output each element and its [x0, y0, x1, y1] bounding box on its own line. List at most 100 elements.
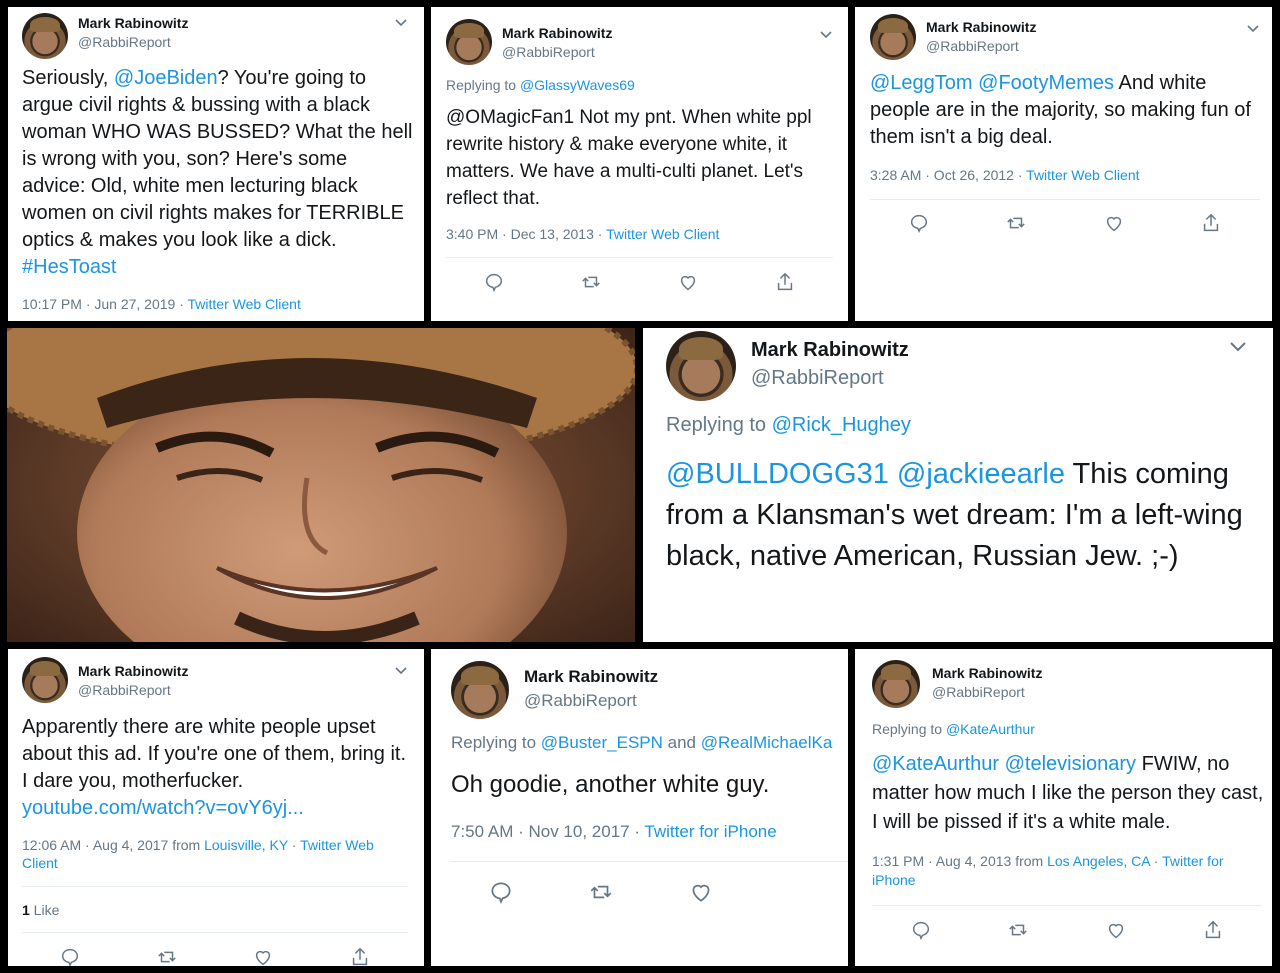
author-handle[interactable]: @RabbiReport: [524, 691, 658, 711]
author-handle[interactable]: @RabbiReport: [502, 44, 612, 60]
retweet-icon[interactable]: [156, 946, 178, 966]
author-handle[interactable]: @RabbiReport: [932, 684, 1042, 700]
divider: [872, 905, 1262, 906]
tweet-meta: 10:17 PM · Jun 27, 2019 · Twitter Web Cl…: [22, 296, 301, 312]
like-icon[interactable]: [1105, 919, 1127, 941]
replying-to-link[interactable]: @KateAurthur: [946, 721, 1035, 737]
chevron-down-icon[interactable]: [394, 663, 408, 681]
replying-to-link[interactable]: @Rick_Hughey: [772, 414, 911, 436]
divider: [22, 932, 408, 933]
retweet-icon[interactable]: [1007, 919, 1029, 941]
replying-to-link[interactable]: @RealMichaelKa: [701, 733, 833, 752]
avatar[interactable]: [666, 331, 736, 401]
author-handle[interactable]: @RabbiReport: [751, 367, 909, 390]
author-name[interactable]: Mark Rabinowitz: [78, 15, 188, 31]
tweet-card-1: Mark Rabinowitz @RabbiReport Seriously, …: [8, 7, 424, 321]
location-link[interactable]: Louisville, KY: [204, 837, 288, 853]
share-icon[interactable]: [1202, 919, 1224, 941]
author-name[interactable]: Mark Rabinowitz: [502, 25, 612, 41]
avatar[interactable]: [22, 13, 68, 59]
mention-link[interactable]: @JoeBiden: [114, 67, 218, 89]
tweet-actions: [451, 879, 751, 905]
tweet-actions: [446, 271, 833, 293]
portrait-photo-drawing: [7, 328, 635, 642]
tweet-text: @LeggTom @FootyMemes And white people ar…: [870, 72, 1251, 148]
tweet-card-6: Mark Rabinowitz @RabbiReport Replying to…: [431, 649, 848, 966]
mention-link[interactable]: @LeggTom: [870, 72, 973, 94]
author-handle[interactable]: @RabbiReport: [926, 38, 1036, 54]
reply-icon[interactable]: [59, 946, 81, 966]
avatar[interactable]: [870, 14, 916, 60]
author-name[interactable]: Mark Rabinowitz: [78, 663, 188, 679]
mention-link[interactable]: @jackieearle: [897, 458, 1065, 490]
like-icon[interactable]: [1103, 212, 1125, 234]
tweet-card-7: Mark Rabinowitz @RabbiReport Replying to…: [855, 649, 1272, 966]
tweet-meta: 7:50 AM · Nov 10, 2017 · Twitter for iPh…: [451, 822, 777, 841]
share-icon[interactable]: [1200, 212, 1222, 234]
author-name[interactable]: Mark Rabinowitz: [926, 19, 1036, 35]
reply-icon[interactable]: [910, 919, 932, 941]
avatar[interactable]: [22, 657, 68, 703]
tweet-meta: 1:31 PM · Aug 4, 2013 from Los Angeles, …: [872, 853, 1224, 888]
reply-icon[interactable]: [483, 271, 505, 293]
client-link[interactable]: Twitter for iPhone: [644, 822, 776, 841]
tweet-text: @OMagicFan1 Not my pnt. When white ppl r…: [446, 107, 812, 209]
client-link[interactable]: Twitter Web Client: [606, 226, 719, 242]
divider: [870, 199, 1260, 200]
avatar[interactable]: [446, 19, 492, 65]
replying-to: Replying to @Rick_Hughey: [666, 414, 911, 436]
reply-icon[interactable]: [488, 879, 514, 905]
tweet-text: @KateAurthur @televisionary FWIW, no mat…: [872, 753, 1264, 833]
author-name[interactable]: Mark Rabinowitz: [751, 339, 909, 362]
share-icon[interactable]: [349, 946, 371, 966]
tweet-card-3: Mark Rabinowitz @RabbiReport @LeggTom @F…: [855, 7, 1272, 321]
client-link[interactable]: Twitter Web Client: [1026, 167, 1139, 183]
author-handle[interactable]: @RabbiReport: [78, 682, 188, 698]
tweet-text: Apparently there are white people upset …: [22, 716, 407, 819]
avatar[interactable]: [451, 661, 509, 719]
tweet-text: @BULLDOGG31 @jackieearle This coming fro…: [666, 458, 1243, 572]
tweet-card-2: Mark Rabinowitz @RabbiReport Replying to…: [431, 7, 848, 321]
location-link[interactable]: Los Angeles, CA: [1047, 853, 1150, 869]
author-name[interactable]: Mark Rabinowitz: [524, 667, 658, 687]
author-handle[interactable]: @RabbiReport: [78, 34, 188, 50]
mention-link[interactable]: @televisionary: [1005, 753, 1136, 775]
like-icon[interactable]: [252, 946, 274, 966]
mention-link[interactable]: @FootyMemes: [978, 72, 1114, 94]
portrait-photo: [7, 328, 635, 642]
youtube-link[interactable]: youtube.com/watch?v=ovY6yj...: [22, 797, 304, 819]
chevron-down-icon[interactable]: [819, 27, 833, 45]
chevron-down-icon[interactable]: [1246, 21, 1260, 39]
like-icon[interactable]: [677, 271, 699, 293]
mention-link[interactable]: @BULLDOGG31: [666, 458, 889, 490]
share-icon[interactable]: [774, 271, 796, 293]
tweet-actions: [870, 212, 1260, 234]
divider: [22, 886, 408, 887]
mention-link[interactable]: @KateAurthur: [872, 753, 999, 775]
tweet-text: Oh goodie, another white guy.: [451, 771, 770, 798]
tweet-actions: [872, 919, 1262, 941]
author-name[interactable]: Mark Rabinowitz: [932, 665, 1042, 681]
retweet-icon[interactable]: [1005, 212, 1027, 234]
replying-to: Replying to @GlassyWaves69: [446, 77, 635, 93]
replying-to-link[interactable]: @Buster_ESPN: [541, 733, 663, 752]
replying-to: Replying to @Buster_ESPN and @RealMichae…: [451, 733, 833, 752]
retweet-icon[interactable]: [580, 271, 602, 293]
tweet-card-4: Mark Rabinowitz @RabbiReport Replying to…: [643, 328, 1273, 642]
hashtag-link[interactable]: #HesToast: [22, 256, 117, 278]
divider: [446, 257, 833, 258]
avatar[interactable]: [872, 660, 920, 708]
divider: [451, 861, 848, 862]
reply-icon[interactable]: [908, 212, 930, 234]
client-link[interactable]: Twitter Web Client: [188, 296, 301, 312]
likes-count[interactable]: 1 Like: [22, 902, 59, 918]
tweet-meta: 3:28 AM · Oct 26, 2012 · Twitter Web Cli…: [870, 167, 1140, 183]
tweet-meta: 3:40 PM · Dec 13, 2013 · Twitter Web Cli…: [446, 226, 720, 242]
tweet-card-5: Mark Rabinowitz @RabbiReport Apparently …: [8, 649, 424, 966]
chevron-down-icon[interactable]: [1228, 340, 1248, 359]
replying-to-link[interactable]: @GlassyWaves69: [520, 77, 635, 93]
like-icon[interactable]: [688, 879, 714, 905]
retweet-icon[interactable]: [588, 879, 614, 905]
replying-to: Replying to @KateAurthur: [872, 721, 1035, 737]
chevron-down-icon[interactable]: [394, 15, 408, 33]
